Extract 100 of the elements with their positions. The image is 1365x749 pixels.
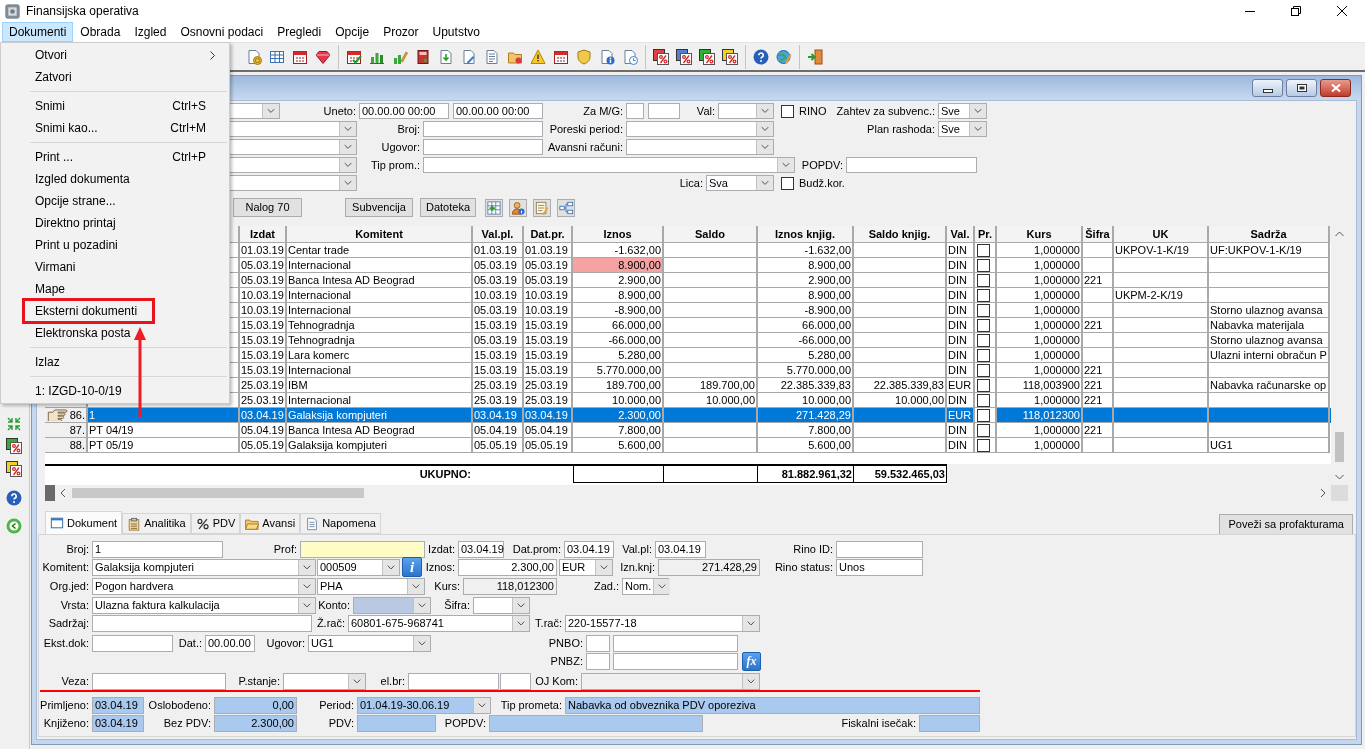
- chevron-down-icon[interactable]: [339, 176, 356, 190]
- dropdown[interactable]: Sve: [938, 103, 987, 119]
- gem-icon[interactable]: [314, 48, 331, 65]
- input-field[interactable]: [836, 540, 923, 558]
- menu-bar-item[interactable]: Pregledi: [270, 22, 329, 42]
- chevron-down-icon[interactable]: [742, 673, 759, 689]
- chevron-down-icon[interactable]: [298, 559, 315, 575]
- dropdown[interactable]: Sva: [706, 175, 774, 191]
- document-info-icon[interactable]: [598, 48, 615, 65]
- input-field[interactable]: 03.04.19: [92, 714, 144, 732]
- checkbox[interactable]: [977, 243, 990, 257]
- dropdown[interactable]: 60801-675-968741: [348, 614, 530, 632]
- tab[interactable]: Dokument: [45, 511, 123, 534]
- menu-bar-item[interactable]: Izgled: [127, 22, 174, 42]
- tab[interactable]: PDV: [190, 513, 241, 534]
- exit-door-icon[interactable]: [806, 48, 823, 65]
- info-button[interactable]: i: [402, 557, 422, 577]
- document-clock-icon[interactable]: [621, 48, 638, 65]
- document-percent-icon[interactable]: [6, 461, 22, 477]
- tab[interactable]: Napomena: [300, 513, 381, 534]
- chevron-down-icon[interactable]: [348, 673, 365, 689]
- spreadsheet-icon[interactable]: [268, 48, 285, 65]
- input-field[interactable]: Unos: [836, 558, 923, 576]
- table-row[interactable]: 88. PT 05/19 05.05.19 Galaksija kompjuteri 05.05.19 05.05.19 5.600,00 5.600,00 DIN 1,000000 UG1: [45, 438, 1331, 453]
- input-field[interactable]: [423, 139, 543, 155]
- menu-bar-item[interactable]: Dokumenti: [2, 22, 74, 42]
- help-icon[interactable]: [6, 490, 22, 506]
- chevron-down-icon[interactable]: [413, 635, 430, 651]
- checkbox[interactable]: [977, 288, 990, 302]
- document-coin-icon[interactable]: [245, 48, 262, 65]
- book-icon[interactable]: [414, 48, 431, 65]
- dropdown[interactable]: 000509: [317, 558, 400, 576]
- shield-icon[interactable]: [575, 48, 592, 65]
- chevron-down-icon[interactable]: [262, 104, 279, 118]
- chevron-down-icon[interactable]: [742, 615, 759, 631]
- input-field[interactable]: [613, 652, 738, 670]
- help-icon[interactable]: [752, 48, 769, 65]
- checkbox[interactable]: [977, 333, 990, 347]
- document-percent-icon[interactable]: [6, 438, 22, 454]
- dropdown[interactable]: Galaksija kompjuteri: [92, 558, 316, 576]
- input-field[interactable]: [489, 714, 703, 732]
- chevron-down-icon[interactable]: [756, 140, 773, 154]
- warning-icon[interactable]: [529, 48, 546, 65]
- input-field[interactable]: 118,012300: [463, 577, 557, 595]
- input-field[interactable]: [92, 614, 312, 632]
- input-field[interactable]: 2.300,00: [214, 714, 297, 732]
- minimize-icon[interactable]: [1262, 88, 1273, 93]
- chevron-down-icon[interactable]: [298, 578, 315, 594]
- globe-icon[interactable]: [775, 48, 792, 65]
- menu-bar-item[interactable]: Obrada: [73, 22, 128, 42]
- dropdown[interactable]: PHA: [317, 577, 425, 595]
- dropdown[interactable]: 01.04.19-30.06.19: [357, 696, 491, 714]
- dropdown[interactable]: 220-15577-18: [565, 614, 760, 632]
- chevron-down-icon[interactable]: [512, 597, 529, 613]
- splitter-handle[interactable]: [45, 485, 55, 501]
- input-field[interactable]: [300, 540, 425, 558]
- calendar-check-icon[interactable]: [345, 48, 362, 65]
- chevron-down-icon[interactable]: [595, 559, 612, 575]
- input-field[interactable]: 03.04.19: [458, 540, 504, 558]
- chevron-down-icon[interactable]: [298, 597, 315, 613]
- checkbox[interactable]: [977, 378, 990, 392]
- checkbox[interactable]: [977, 393, 990, 407]
- chevron-down-icon[interactable]: [512, 615, 529, 631]
- chevron-down-icon[interactable]: [653, 578, 671, 594]
- checkbox[interactable]: [977, 258, 990, 272]
- checkbox[interactable]: [781, 104, 794, 118]
- checkbox[interactable]: [781, 176, 794, 190]
- arrows-icon[interactable]: [6, 416, 22, 432]
- input-field[interactable]: [92, 634, 173, 652]
- menu-item[interactable]: Izgled dokumenta: [1, 168, 229, 190]
- document-list-icon[interactable]: [483, 48, 500, 65]
- dropdown[interactable]: Pogon hardvera: [92, 577, 316, 595]
- button[interactable]: Datoteka: [420, 198, 476, 217]
- menu-item[interactable]: Otvori: [1, 44, 229, 66]
- table-row[interactable]: 87. PT 04/19 05.04.19 Banca Intesa AD Beograd 05.04.19 05.04.19 7.800,00 7.800,00 DIN 1,000000 221: [45, 423, 1331, 438]
- input-field[interactable]: [357, 714, 436, 732]
- menu-item[interactable]: Opcije strane...: [1, 190, 229, 212]
- input-field[interactable]: [500, 672, 531, 690]
- close-icon[interactable]: [1337, 6, 1347, 16]
- checkbox[interactable]: [977, 303, 990, 317]
- input-field[interactable]: 2.300,00: [458, 558, 557, 576]
- tab[interactable]: Analitika: [122, 513, 191, 534]
- input-field[interactable]: 1: [92, 540, 223, 558]
- checkbox[interactable]: [977, 363, 990, 377]
- horizontal-scrollbar[interactable]: [45, 485, 1348, 501]
- document-edit-icon[interactable]: [460, 48, 477, 65]
- maximize-button[interactable]: [1286, 79, 1317, 97]
- chevron-down-icon[interactable]: [339, 158, 356, 172]
- input-field[interactable]: [626, 103, 644, 119]
- chevron-down-icon[interactable]: [339, 140, 356, 154]
- input-field[interactable]: [648, 103, 680, 119]
- formula-button[interactable]: fx: [742, 651, 761, 671]
- input-field[interactable]: [586, 634, 610, 652]
- checkbox[interactable]: [977, 423, 990, 437]
- chevron-down-icon[interactable]: [407, 578, 424, 594]
- menu-bar-item[interactable]: Prozor: [376, 22, 426, 42]
- input-field[interactable]: 03.04.19: [564, 540, 614, 558]
- tab[interactable]: Avansi: [240, 513, 301, 534]
- calendar-icon[interactable]: [552, 48, 569, 65]
- chevron-down-icon[interactable]: [969, 122, 986, 136]
